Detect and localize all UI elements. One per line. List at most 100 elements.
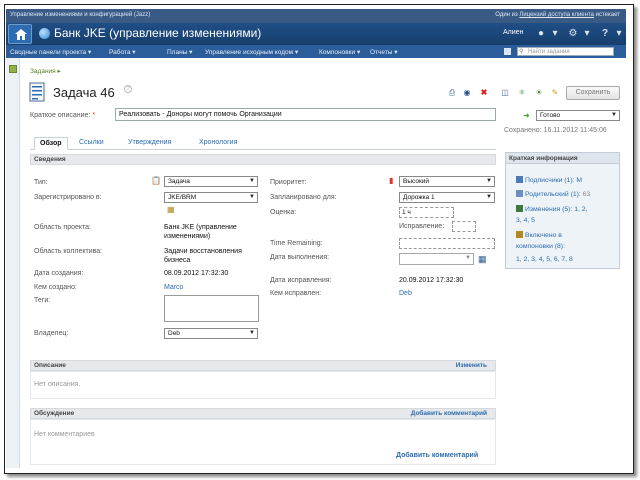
summary-label: Краткое описание: * [30,112,96,119]
nav-source-control[interactable]: Управление исходным кодом ▾ [205,48,298,56]
chevron-down-icon[interactable]: ▾ [612,26,626,41]
home-icon [15,29,27,40]
tags-field[interactable] [164,295,259,322]
print-icon[interactable]: ⎙ [447,88,457,97]
task-icon [29,82,45,102]
help-icon[interactable]: ? [598,26,612,41]
users-icon[interactable]: ● [534,26,548,41]
estimate-field[interactable]: 1 ч [399,207,454,218]
type-label: Тип: [34,179,48,186]
edit-icon[interactable]: ✎ [550,88,560,97]
tab-approvals[interactable]: Утверждения [123,137,176,150]
nav-plans[interactable]: Планы ▾ [167,48,192,56]
link-icon[interactable]: ⚛ [517,88,527,97]
summary-field[interactable]: Реализовать - Доноры могут помочь Органи… [115,108,496,121]
component-icon[interactable]: ▦ [167,205,175,214]
license-notice: Один из Лицензий доступа клиента истекае… [495,12,620,18]
globe-icon [39,28,50,39]
left-sidebar [6,58,20,468]
planned-for-select[interactable]: Дорожка 1 ▼ [399,192,495,203]
tab-links[interactable]: Ссылки [74,137,109,150]
parent-link[interactable]: Родительский (1): 63 [516,190,590,198]
filed-against-label: Зарегистрировано в: [34,194,102,201]
changes-icon [516,205,523,212]
creator-label: Кем создано: [34,284,77,291]
chevron-down-icon: ▼ [249,178,255,184]
chevron-down-icon: ▼ [486,194,492,200]
parent-icon [516,190,523,197]
edit-description-link[interactable]: Изменить [456,361,487,370]
priority-label: Приоритет: [270,179,307,186]
binoculars-icon[interactable]: ◉ [462,88,472,97]
time-remaining-field[interactable] [399,238,495,249]
delete-icon[interactable]: ✖ [479,88,489,97]
search-icon: ⚲ [519,49,524,55]
chevron-down-icon[interactable]: ▾ [548,26,562,41]
chevron-down-icon: ▼ [249,330,255,336]
page-title: Задача 46 [53,85,115,100]
planned-for-label: Запланировано для: [270,194,337,201]
subscribers-link[interactable]: Подписчики (1): M [516,176,582,184]
add-comment-bottom-link[interactable]: Добавить комментарий [396,452,478,459]
help-icon[interactable]: ? [124,85,132,93]
tab-history[interactable]: Хронология [194,137,242,150]
filed-against-select[interactable]: JKE/BRM ▼ [164,192,258,203]
project-area-value: Банк JKE (управление [164,224,237,231]
description-header: Описание Изменить [30,360,496,371]
changes-link[interactable]: Изменения (5): 1, 2, [516,205,587,213]
save-button[interactable]: Сохранить [566,86,620,100]
build-icon [516,231,523,238]
discussion-header: Обсуждение Добавить комментарий [30,408,496,419]
creator-link[interactable]: Marco [164,284,183,291]
license-link[interactable]: Лицензий доступа клиента [519,12,594,18]
resolved-by-label: Кем исправлен: [270,290,322,297]
copy-icon[interactable]: ◫ [500,88,510,97]
due-date-label: Дата выполнения: [270,254,330,261]
nav-dashboards[interactable]: Сводные панели проекта ▾ [10,48,91,56]
created-value: 08.09.2012 17:32:30 [164,270,229,277]
main-nav: Сводные панели проекта ▾ Работа ▾ Планы … [6,45,626,58]
state-arrow-icon: ➜ [523,111,530,120]
type-select[interactable]: Задача ▼ [164,176,258,187]
home-button[interactable] [8,24,32,44]
changes-link-cont[interactable]: 3, 4, 5 [516,217,535,224]
breadcrumb[interactable]: Задания ▸ [30,67,61,75]
owner-label: Владелец: [34,330,69,337]
builds-label-2[interactable]: компоновки (8): [516,243,565,250]
tab-overview[interactable]: Обзор [34,137,68,150]
calendar-icon[interactable]: ▦ [478,254,487,265]
clipboard-icon: 📋 [151,176,161,185]
user-menu[interactable]: Алиен [503,29,523,36]
state-select[interactable]: Готово ▼ [536,110,620,121]
nav-reports[interactable]: Отчеты ▾ [370,48,398,56]
gear-icon[interactable]: ⚙ [566,26,580,41]
search-input[interactable]: ⚲ Найти задания [517,47,614,56]
priority-select[interactable]: Высокий ▼ [399,176,495,187]
nav-work[interactable]: Работа ▾ [109,48,136,56]
sidebar-toggle-icon[interactable] [9,65,17,73]
add-comment-link[interactable]: Добавить комментарий [411,409,487,418]
app-name: Управление изменениями и конфигурацией (… [10,12,151,18]
builds-list[interactable]: 1, 2, 3, 4, 5, 6, 7, 8 [516,256,573,263]
chevron-down-icon[interactable]: ▾ [580,26,594,41]
list-icon[interactable] [504,48,511,55]
tab-bar: Обзор Ссылки Утверждения Хронология [30,136,496,150]
due-date-field[interactable]: ▼ [399,253,474,265]
resolved-by-link[interactable]: Deb [399,290,412,297]
project-area-label: Область проекта: [34,224,91,231]
saved-timestamp: Сохранено: 16.11.2012 11:45:06 [504,127,607,134]
estimate-label: Оценка: [270,209,297,216]
chevron-down-icon: ▼ [486,178,492,184]
resolved-date-label: Дата исправления: [270,277,332,284]
builds-label[interactable]: Включено в [516,231,562,239]
nav-builds[interactable]: Компоновки ▾ [319,48,360,56]
priority-icon: ▮ [389,176,394,185]
discussion-empty: Нет комментариев [34,431,95,438]
team-area-value: Задачи восстановления [164,248,242,255]
tags-label: Теги: [34,297,51,304]
team-area-value-2: бизнеса [164,257,191,264]
owner-select[interactable]: Deb ▼ [164,328,258,339]
project-title[interactable]: Банк JKE (управление изменениями) [54,26,261,40]
subscribe-icon[interactable]: ☀ [534,88,544,97]
correction-field[interactable] [452,221,476,232]
